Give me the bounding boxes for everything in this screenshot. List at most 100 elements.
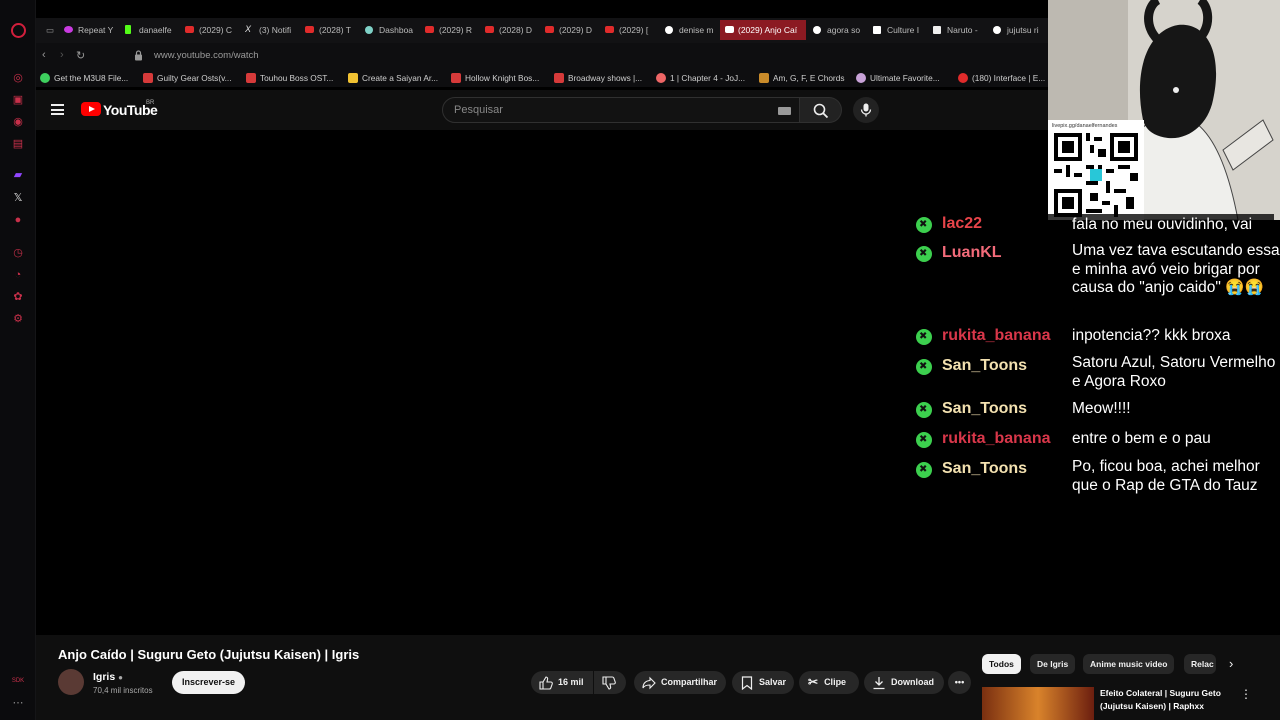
tab-5[interactable]: Dashboa [365,20,423,40]
bookmark-5[interactable]: Broadway shows |... [554,72,642,84]
chat-message: San_Toons Po, ficou boa, achei melhor qu… [910,456,1280,498]
tab-4[interactable]: (2028) T [305,20,363,40]
chip-from-channel[interactable]: De Igris [1030,654,1076,674]
url-field[interactable]: www.youtube.com/watch [154,50,259,61]
tab-6[interactable]: (2029) R [425,20,483,40]
tab-7[interactable]: (2028) D [485,20,543,40]
keyboard-icon[interactable] [778,107,791,115]
chat-username: rukita_banana [942,327,1051,344]
bookmark-icon [741,676,753,690]
speed-dial-icon[interactable]: ◎ [11,71,25,85]
tab-14[interactable]: Naruto - [933,20,989,40]
bookmark-8[interactable]: Ultimate Favorite... [856,72,940,84]
x-icon: X [245,24,252,34]
chat-message: LuanKL Uma vez tava escutando essa e min… [910,240,1280,320]
opera-sidebar: ◎ ▣ ◉ ▤ ▰ 𝕏 ● ◷ ◔ ✿ ⚙ SDK ⋯ [0,0,36,720]
google-icon [993,26,1001,34]
extensions-icon[interactable]: ✿ [11,290,25,304]
doc-icon [933,26,941,34]
bookmark-icon [348,73,358,83]
tab-10[interactable]: denise m [665,20,723,40]
recommended-thumbnail[interactable] [982,687,1094,720]
more-actions-button[interactable]: ••• [948,671,971,694]
youtube-icon [425,26,434,33]
bookmark-2[interactable]: Touhou Boss OST... [246,72,333,84]
search-button[interactable] [800,97,842,123]
bookmark-3[interactable]: Create a Saiyan Ar... [348,72,438,84]
google-icon [665,26,673,34]
voice-search-button[interactable] [853,97,879,123]
tab-menu-icon[interactable]: ▭ [42,20,60,40]
chip-anime-music-video[interactable]: Anime music video [1083,654,1175,674]
chat-username: lac22 [942,215,983,232]
bookmark-icon [958,73,968,83]
tab-1[interactable]: danaelfe [125,20,183,40]
twitch-icon[interactable]: ▰ [11,168,25,182]
more-vertical-icon[interactable]: ⋮ [1240,687,1252,701]
chip-all[interactable]: Todos [982,654,1021,674]
bookmark-icon [40,73,50,83]
qr-code-image [1054,133,1138,217]
bookmark-6[interactable]: 1 | Chapter 4 - JoJ... [656,72,745,84]
dislike-button[interactable] [594,671,626,694]
save-button[interactable]: Salvar [732,671,794,694]
search-input[interactable]: Pesquisar [442,97,800,123]
download-button[interactable]: Download [864,671,944,694]
tab-9[interactable]: (2029) [ [605,20,663,40]
news-icon[interactable]: ▤ [11,137,25,151]
channel-avatar[interactable] [58,669,84,695]
chat-badge-icon [916,246,932,262]
wiki-icon [873,26,881,34]
subscribe-button[interactable]: Inscrever-se [172,671,245,694]
chat-badge-icon [916,359,932,375]
x-icon[interactable]: 𝕏 [11,191,25,205]
reload-icon[interactable]: ↻ [76,49,85,62]
bookmark-9[interactable]: (180) Interface | E... [958,72,1045,84]
back-icon[interactable]: ‹ [42,49,46,61]
music-icon[interactable]: ● [11,213,25,227]
tab-0[interactable]: Repeat Y [64,20,124,40]
chip-related[interactable]: Relac [1184,654,1216,674]
google-icon [813,26,821,34]
chat-username: San_Toons [942,400,1028,417]
menu-icon[interactable] [51,104,64,115]
more-icon[interactable]: ⋯ [11,696,25,710]
tab-15[interactable]: jujutsu ri [993,20,1048,40]
bookmark-icon [759,73,769,83]
chat-badge-icon [916,432,932,448]
bookmark-7[interactable]: Am, G, F, E Chords [759,72,844,84]
clip-button[interactable]: ✂ Clipe [799,671,859,694]
bookmark-4[interactable]: Hollow Knight Bos... [451,72,539,84]
dashboard-icon [365,26,373,34]
tab-11-active[interactable]: (2029) Anjo Caí [720,20,806,40]
settings-icon[interactable]: ⚙ [11,312,25,326]
recommended-title[interactable]: Efeito Colateral | Suguru Geto (Jujutsu … [1100,687,1232,713]
tab-2[interactable]: (2029) C [185,20,243,40]
screen: ◎ ▣ ◉ ▤ ▰ 𝕏 ● ◷ ◔ ✿ ⚙ SDK ⋯ ▭ Repeat Y d… [0,0,1280,720]
tab-12[interactable]: agora so [813,20,869,40]
history-icon[interactable]: ◔ [11,268,25,282]
kick-icon [125,25,131,34]
download-icon [873,676,885,689]
channel-name[interactable]: Igris ● [93,671,123,683]
bookmark-0[interactable]: Get the M3U8 File... [40,72,128,84]
opera-logo-icon[interactable] [11,23,26,38]
chat-text: Meow!!!! [1072,400,1131,417]
youtube-icon [305,26,314,33]
player-icon[interactable]: ◷ [11,246,25,260]
tab-13[interactable]: Culture I [873,20,929,40]
chevron-right-icon[interactable]: › [1229,656,1233,671]
messenger-icon[interactable]: ◉ [11,115,25,129]
verified-icon: ● [118,673,123,682]
shopping-icon[interactable]: ▣ [11,93,25,107]
youtube-logo-icon[interactable] [81,102,101,116]
like-button[interactable]: 16 mil [531,671,593,694]
bookmark-1[interactable]: Guilty Gear Osts(v... [143,72,232,84]
video-player[interactable] [36,130,1048,635]
tab-8[interactable]: (2029) D [545,20,603,40]
chat-message: San_Toons Meow!!!! [910,398,1280,422]
chat-message: rukita_banana inpotencia?? kkk broxa [910,324,1280,350]
tab-3[interactable]: X (3) Notifi [245,20,303,40]
share-button[interactable]: Compartilhar [634,671,726,694]
forward-icon[interactable]: › [60,49,64,61]
